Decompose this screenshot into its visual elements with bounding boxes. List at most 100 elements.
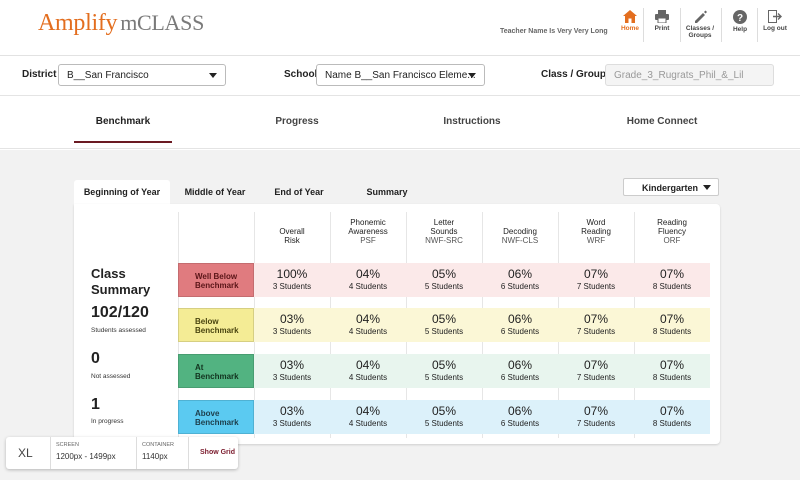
logout-icon bbox=[768, 10, 782, 23]
tab-middle-of-year[interactable]: Middle of Year bbox=[174, 180, 256, 204]
print-button[interactable]: Print bbox=[643, 8, 681, 48]
cell-student-count: 8 Students bbox=[652, 373, 692, 382]
table-cell[interactable]: 03% 3 Students bbox=[254, 354, 330, 388]
container-caption: CONTAINER bbox=[142, 442, 174, 448]
container-width: 1140px bbox=[142, 452, 168, 461]
tab-progress[interactable]: Progress bbox=[248, 116, 346, 127]
table-cell[interactable]: 04% 4 Students bbox=[330, 354, 406, 388]
column-header: Decoding NWF-CLS bbox=[501, 227, 539, 245]
cell-percent: 06% bbox=[507, 267, 533, 281]
summary-panel: Class Summary 102/120 Students assessed 0… bbox=[74, 204, 720, 444]
table-cell[interactable]: 100% 3 Students bbox=[254, 263, 330, 297]
cell-student-count: 7 Students bbox=[576, 419, 616, 428]
main-tabs: Benchmark Progress Instructions Home Con… bbox=[0, 97, 800, 149]
cell-student-count: 3 Students bbox=[272, 327, 312, 336]
cell-student-count: 7 Students bbox=[576, 327, 616, 336]
tab-end-of-year[interactable]: End of Year bbox=[264, 180, 334, 204]
print-icon bbox=[655, 10, 669, 23]
table-cell[interactable]: 04% 4 Students bbox=[330, 263, 406, 297]
table-cell[interactable]: 07% 7 Students bbox=[558, 308, 634, 342]
screen-caption: SCREEN bbox=[56, 442, 79, 448]
cell-student-count: 5 Students bbox=[424, 419, 464, 428]
table-cell[interactable]: 07% 8 Students bbox=[634, 263, 710, 297]
table-cell[interactable]: 05% 5 Students bbox=[406, 263, 482, 297]
row-label-well-below-benchmark: Well Below Benchmark bbox=[178, 263, 254, 297]
not-assessed-value: 0 bbox=[91, 350, 100, 367]
class-group-field: Grade_3_Rugrats_Phil_&_Lil bbox=[605, 64, 774, 86]
column-header: Phonemic Awareness PSF bbox=[348, 218, 388, 245]
table-cell[interactable]: 05% 5 Students bbox=[406, 308, 482, 342]
screen-range: 1200px - 1499px bbox=[56, 452, 116, 461]
benchmark-content: Beginning of Year Middle of Year End of … bbox=[0, 150, 800, 480]
cell-percent: 06% bbox=[507, 312, 533, 326]
cell-percent: 05% bbox=[431, 404, 457, 418]
filter-bar: District B__San Francisco School Name B_… bbox=[0, 56, 800, 96]
table-cell[interactable]: 07% 8 Students bbox=[634, 400, 710, 434]
table-cell[interactable]: 07% 7 Students bbox=[558, 400, 634, 434]
row-label-below-benchmark: Below Benchmark bbox=[178, 308, 254, 342]
table-cell[interactable]: 05% 5 Students bbox=[406, 354, 482, 388]
in-progress-label: In progress bbox=[91, 418, 124, 425]
table-cell[interactable]: 04% 4 Students bbox=[330, 400, 406, 434]
cell-student-count: 4 Students bbox=[348, 419, 388, 428]
cell-percent: 04% bbox=[355, 312, 381, 326]
district-select[interactable]: B__San Francisco bbox=[58, 64, 226, 86]
cell-student-count: 4 Students bbox=[348, 373, 388, 382]
cell-student-count: 6 Students bbox=[500, 327, 540, 336]
cell-student-count: 8 Students bbox=[652, 282, 692, 291]
svg-text:?: ? bbox=[737, 13, 743, 24]
cell-percent: 03% bbox=[279, 404, 305, 418]
table-cell[interactable]: 07% 8 Students bbox=[634, 354, 710, 388]
breakpoint-size: XL bbox=[18, 446, 33, 460]
app-header: Amplify mCLASS Teacher Name Is Very Very … bbox=[0, 0, 800, 56]
cell-percent: 06% bbox=[507, 404, 533, 418]
cell-percent: 04% bbox=[355, 358, 381, 372]
cell-percent: 03% bbox=[279, 358, 305, 372]
table-cell[interactable]: 05% 5 Students bbox=[406, 400, 482, 434]
cell-student-count: 7 Students bbox=[576, 282, 616, 291]
school-label: School bbox=[284, 69, 318, 80]
cell-student-count: 6 Students bbox=[500, 282, 540, 291]
in-progress-value: 1 bbox=[91, 396, 100, 413]
grade-select[interactable]: Kindergarten bbox=[623, 178, 719, 196]
tab-beginning-of-year[interactable]: Beginning of Year bbox=[74, 180, 170, 204]
cell-student-count: 8 Students bbox=[652, 327, 692, 336]
tab-summary[interactable]: Summary bbox=[352, 180, 422, 204]
tab-benchmark[interactable]: Benchmark bbox=[74, 116, 172, 127]
classes-groups-button[interactable]: Classes / Groups bbox=[681, 8, 719, 48]
row-label-at-benchmark: At Benchmark bbox=[178, 354, 254, 388]
cell-percent: 07% bbox=[659, 404, 685, 418]
tab-home-connect[interactable]: Home Connect bbox=[612, 116, 712, 127]
students-assessed-label: Students assessed bbox=[91, 327, 146, 334]
column-header: Letter Sounds NWF-SRC bbox=[425, 218, 463, 245]
cell-percent: 100% bbox=[276, 267, 308, 281]
active-tab-indicator bbox=[74, 141, 172, 143]
tab-instructions[interactable]: Instructions bbox=[423, 116, 521, 127]
teacher-name: Teacher Name Is Very Very Long bbox=[500, 28, 608, 35]
table-cell[interactable]: 03% 3 Students bbox=[254, 308, 330, 342]
show-grid-button[interactable]: Show Grid bbox=[200, 449, 235, 456]
cell-student-count: 5 Students bbox=[424, 282, 464, 291]
cell-percent: 07% bbox=[659, 312, 685, 326]
logout-button[interactable]: Log out bbox=[756, 8, 794, 48]
table-cell[interactable]: 06% 6 Students bbox=[482, 308, 558, 342]
amplify-logo[interactable]: Amplify mCLASS bbox=[38, 10, 204, 37]
cell-percent: 05% bbox=[431, 312, 457, 326]
school-select[interactable]: Name B__San Francisco Eleme... bbox=[316, 64, 485, 86]
cell-percent: 03% bbox=[279, 312, 305, 326]
table-cell[interactable]: 07% 7 Students bbox=[558, 263, 634, 297]
cell-student-count: 4 Students bbox=[348, 327, 388, 336]
table-cell[interactable]: 03% 3 Students bbox=[254, 400, 330, 434]
table-cell[interactable]: 04% 4 Students bbox=[330, 308, 406, 342]
table-cell[interactable]: 07% 8 Students bbox=[634, 308, 710, 342]
help-icon: ? bbox=[733, 10, 747, 24]
table-cell[interactable]: 06% 6 Students bbox=[482, 354, 558, 388]
table-cell[interactable]: 06% 6 Students bbox=[482, 263, 558, 297]
help-button[interactable]: ? Help bbox=[721, 8, 759, 48]
cell-student-count: 6 Students bbox=[500, 419, 540, 428]
table-cell[interactable]: 07% 7 Students bbox=[558, 354, 634, 388]
table-cell[interactable]: 06% 6 Students bbox=[482, 400, 558, 434]
cell-student-count: 8 Students bbox=[652, 419, 692, 428]
chevron-down-icon bbox=[209, 73, 217, 78]
column-header: Reading Fluency ORF bbox=[657, 218, 687, 245]
